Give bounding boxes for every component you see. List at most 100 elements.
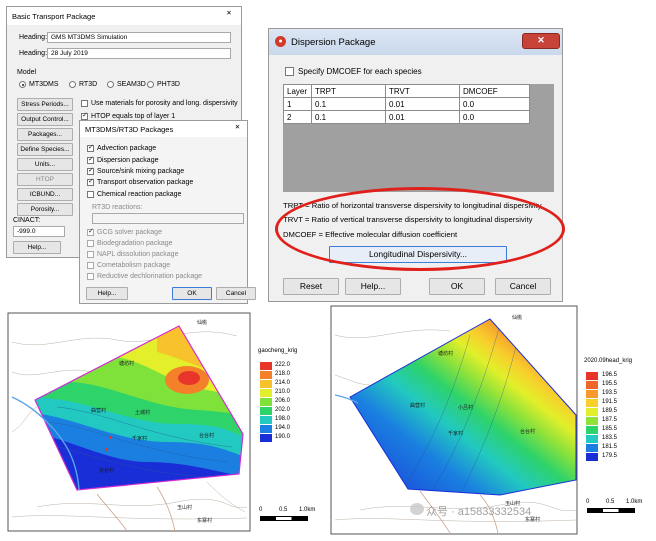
transport-obs-checkbox[interactable] (87, 177, 94, 186)
scale-zero: 0 (259, 507, 263, 513)
btp-help-button[interactable]: Help... (13, 241, 61, 254)
advection-checkbox[interactable] (87, 143, 94, 152)
svg-text:千家村: 千家村 (448, 430, 463, 437)
table-cell[interactable]: 0.01 (385, 97, 460, 111)
table-cell: 2 (283, 110, 312, 124)
table-cell[interactable]: 0.1 (311, 110, 386, 124)
chemical-reaction-checkbox[interactable] (87, 191, 94, 198)
model-radio-mt3dms[interactable] (19, 81, 26, 88)
window-title: Basic Transport Package (7, 7, 241, 25)
heading1-input[interactable]: GMS MT3DMS Simulation (47, 32, 231, 43)
map-gaocheng-legend-title: gaocheng_krig (258, 348, 298, 354)
svg-text:仙桃: 仙桃 (197, 319, 207, 326)
packages-help-button[interactable]: Help... (86, 287, 128, 300)
use-materials-checkbox[interactable] (81, 100, 88, 107)
dispersion-label: Dispersion package (97, 157, 159, 164)
svg-text:仙桃: 仙桃 (512, 314, 522, 321)
biodegradation-checkbox[interactable] (87, 240, 94, 247)
units-button[interactable]: Units... (17, 158, 73, 171)
legend-value: 183.5 (602, 435, 618, 441)
legend-value: 187.5 (602, 417, 618, 423)
icbund-button[interactable]: ICBUND... (17, 188, 73, 201)
output-control-button[interactable]: Output Control... (17, 113, 73, 126)
cinact-input[interactable]: -999.0 (13, 226, 65, 237)
svg-text:台台村: 台台村 (520, 428, 535, 435)
dispersion-help-button[interactable]: Help... (345, 278, 401, 295)
dispersion-reset-button[interactable]: Reset (283, 278, 339, 295)
chemical-reaction-label: Chemical reaction package (97, 191, 182, 198)
legend-swatch-198 (260, 416, 272, 424)
model-pht3d-label: PHT3D (157, 81, 180, 88)
htop-label: HTOP equals top of layer 1 (91, 113, 176, 120)
legend-value: 194.0 (275, 425, 291, 431)
cometabolism-label: Cometabolism package (97, 262, 171, 269)
legend-value: 202.0 (275, 407, 291, 413)
scale-zero: 0 (586, 499, 590, 505)
dispersion-title: Dispersion Package (291, 37, 376, 48)
packages-cancel-button[interactable]: Cancel (216, 287, 256, 300)
wechat-logo-icon (410, 503, 424, 515)
legend-value: 189.5 (602, 408, 618, 414)
heading2-input[interactable]: 28 July 2019 (47, 48, 231, 59)
porosity-button[interactable]: Porosity... (17, 203, 73, 216)
legend-value: 198.0 (275, 416, 291, 422)
cometabolism-checkbox[interactable] (87, 262, 94, 269)
dispersion-close-button[interactable]: ✕ (522, 33, 560, 49)
dispersion-cancel-button[interactable]: Cancel (495, 278, 551, 295)
packages-close-button[interactable]: ✕ (230, 123, 245, 134)
svg-text:塘坊村: 塘坊村 (438, 350, 453, 357)
packages-ok-button[interactable]: OK (172, 287, 212, 300)
legend-value: 206.0 (275, 398, 291, 404)
specify-dmcoef-checkbox[interactable] (285, 67, 294, 76)
map-head-legend-title: 2020.09head_krig (584, 358, 633, 364)
packages-title: MT3DMS/RT3D Packages (80, 121, 247, 137)
advection-label: Advection package (97, 145, 157, 152)
dispersion-package-window: ● Dispersion Package ✕ Specify DMCOEF fo… (268, 28, 565, 302)
svg-text:千家村: 千家村 (132, 435, 147, 442)
table-cell[interactable]: 0.0 (459, 110, 530, 124)
legend-swatch-191-5 (586, 399, 598, 407)
table-cell[interactable]: 0.01 (385, 110, 460, 124)
model-seam3d-label: SEAM3D (117, 81, 146, 88)
htop-button[interactable]: HTOP (17, 173, 73, 186)
source-sink-checkbox[interactable] (87, 166, 94, 175)
stress-periods-button[interactable]: Stress Periods... (17, 98, 73, 111)
legend-swatch-179-5 (586, 453, 598, 461)
close-button[interactable]: ✕ (219, 9, 239, 21)
table-row: 2 0.1 0.01 0.0 (283, 110, 530, 124)
scale-end: 1.0km (626, 499, 643, 505)
table-cell[interactable]: 0.0 (459, 97, 530, 111)
legend-swatch-195-5 (586, 381, 598, 389)
model-radio-pht3d[interactable] (147, 81, 154, 88)
htop-checkbox[interactable] (81, 111, 88, 120)
legend-swatch-206 (260, 398, 272, 406)
legend-value: 196.5 (602, 372, 618, 378)
source-sink-label: Source/sink mixing package (97, 168, 185, 175)
rt3d-reactions-select[interactable] (92, 213, 244, 224)
dispersion-table: Layer TRPT TRVT DMCOEF 1 0.1 0.01 0.0 2 … (283, 84, 530, 124)
model-radio-seam3d[interactable] (107, 81, 114, 88)
svg-text:土城村: 土城村 (135, 409, 150, 416)
legend-value: 191.5 (602, 399, 618, 405)
model-label: Model (17, 69, 37, 76)
napl-checkbox[interactable] (87, 251, 94, 258)
legend-value: 210.0 (275, 389, 291, 395)
heading1-label: Heading: (19, 34, 48, 41)
legend-value: 190.0 (275, 434, 291, 440)
reductive-dechlorination-label: Reductive dechlorination package (97, 273, 203, 280)
transport-obs-label: Transport observation package (97, 179, 194, 186)
gcg-solver-checkbox[interactable] (87, 227, 94, 236)
table-cell[interactable]: 0.1 (311, 97, 386, 111)
legend-swatch-193-5 (586, 390, 598, 398)
svg-text:玉山村: 玉山村 (177, 504, 192, 511)
dispersion-checkbox[interactable] (87, 155, 94, 164)
dispersion-ok-button[interactable]: OK (429, 278, 485, 295)
model-radio-rt3d[interactable] (69, 81, 76, 88)
reductive-dechlorination-checkbox[interactable] (87, 273, 94, 280)
define-species-button[interactable]: Define Species... (17, 143, 73, 156)
scale-bar (260, 516, 308, 521)
packages-button[interactable]: Packages... (17, 128, 73, 141)
napl-label: NAPL dissolution package (97, 251, 179, 258)
legend-swatch-183-5 (586, 435, 598, 443)
legend-value: 185.5 (602, 426, 618, 432)
